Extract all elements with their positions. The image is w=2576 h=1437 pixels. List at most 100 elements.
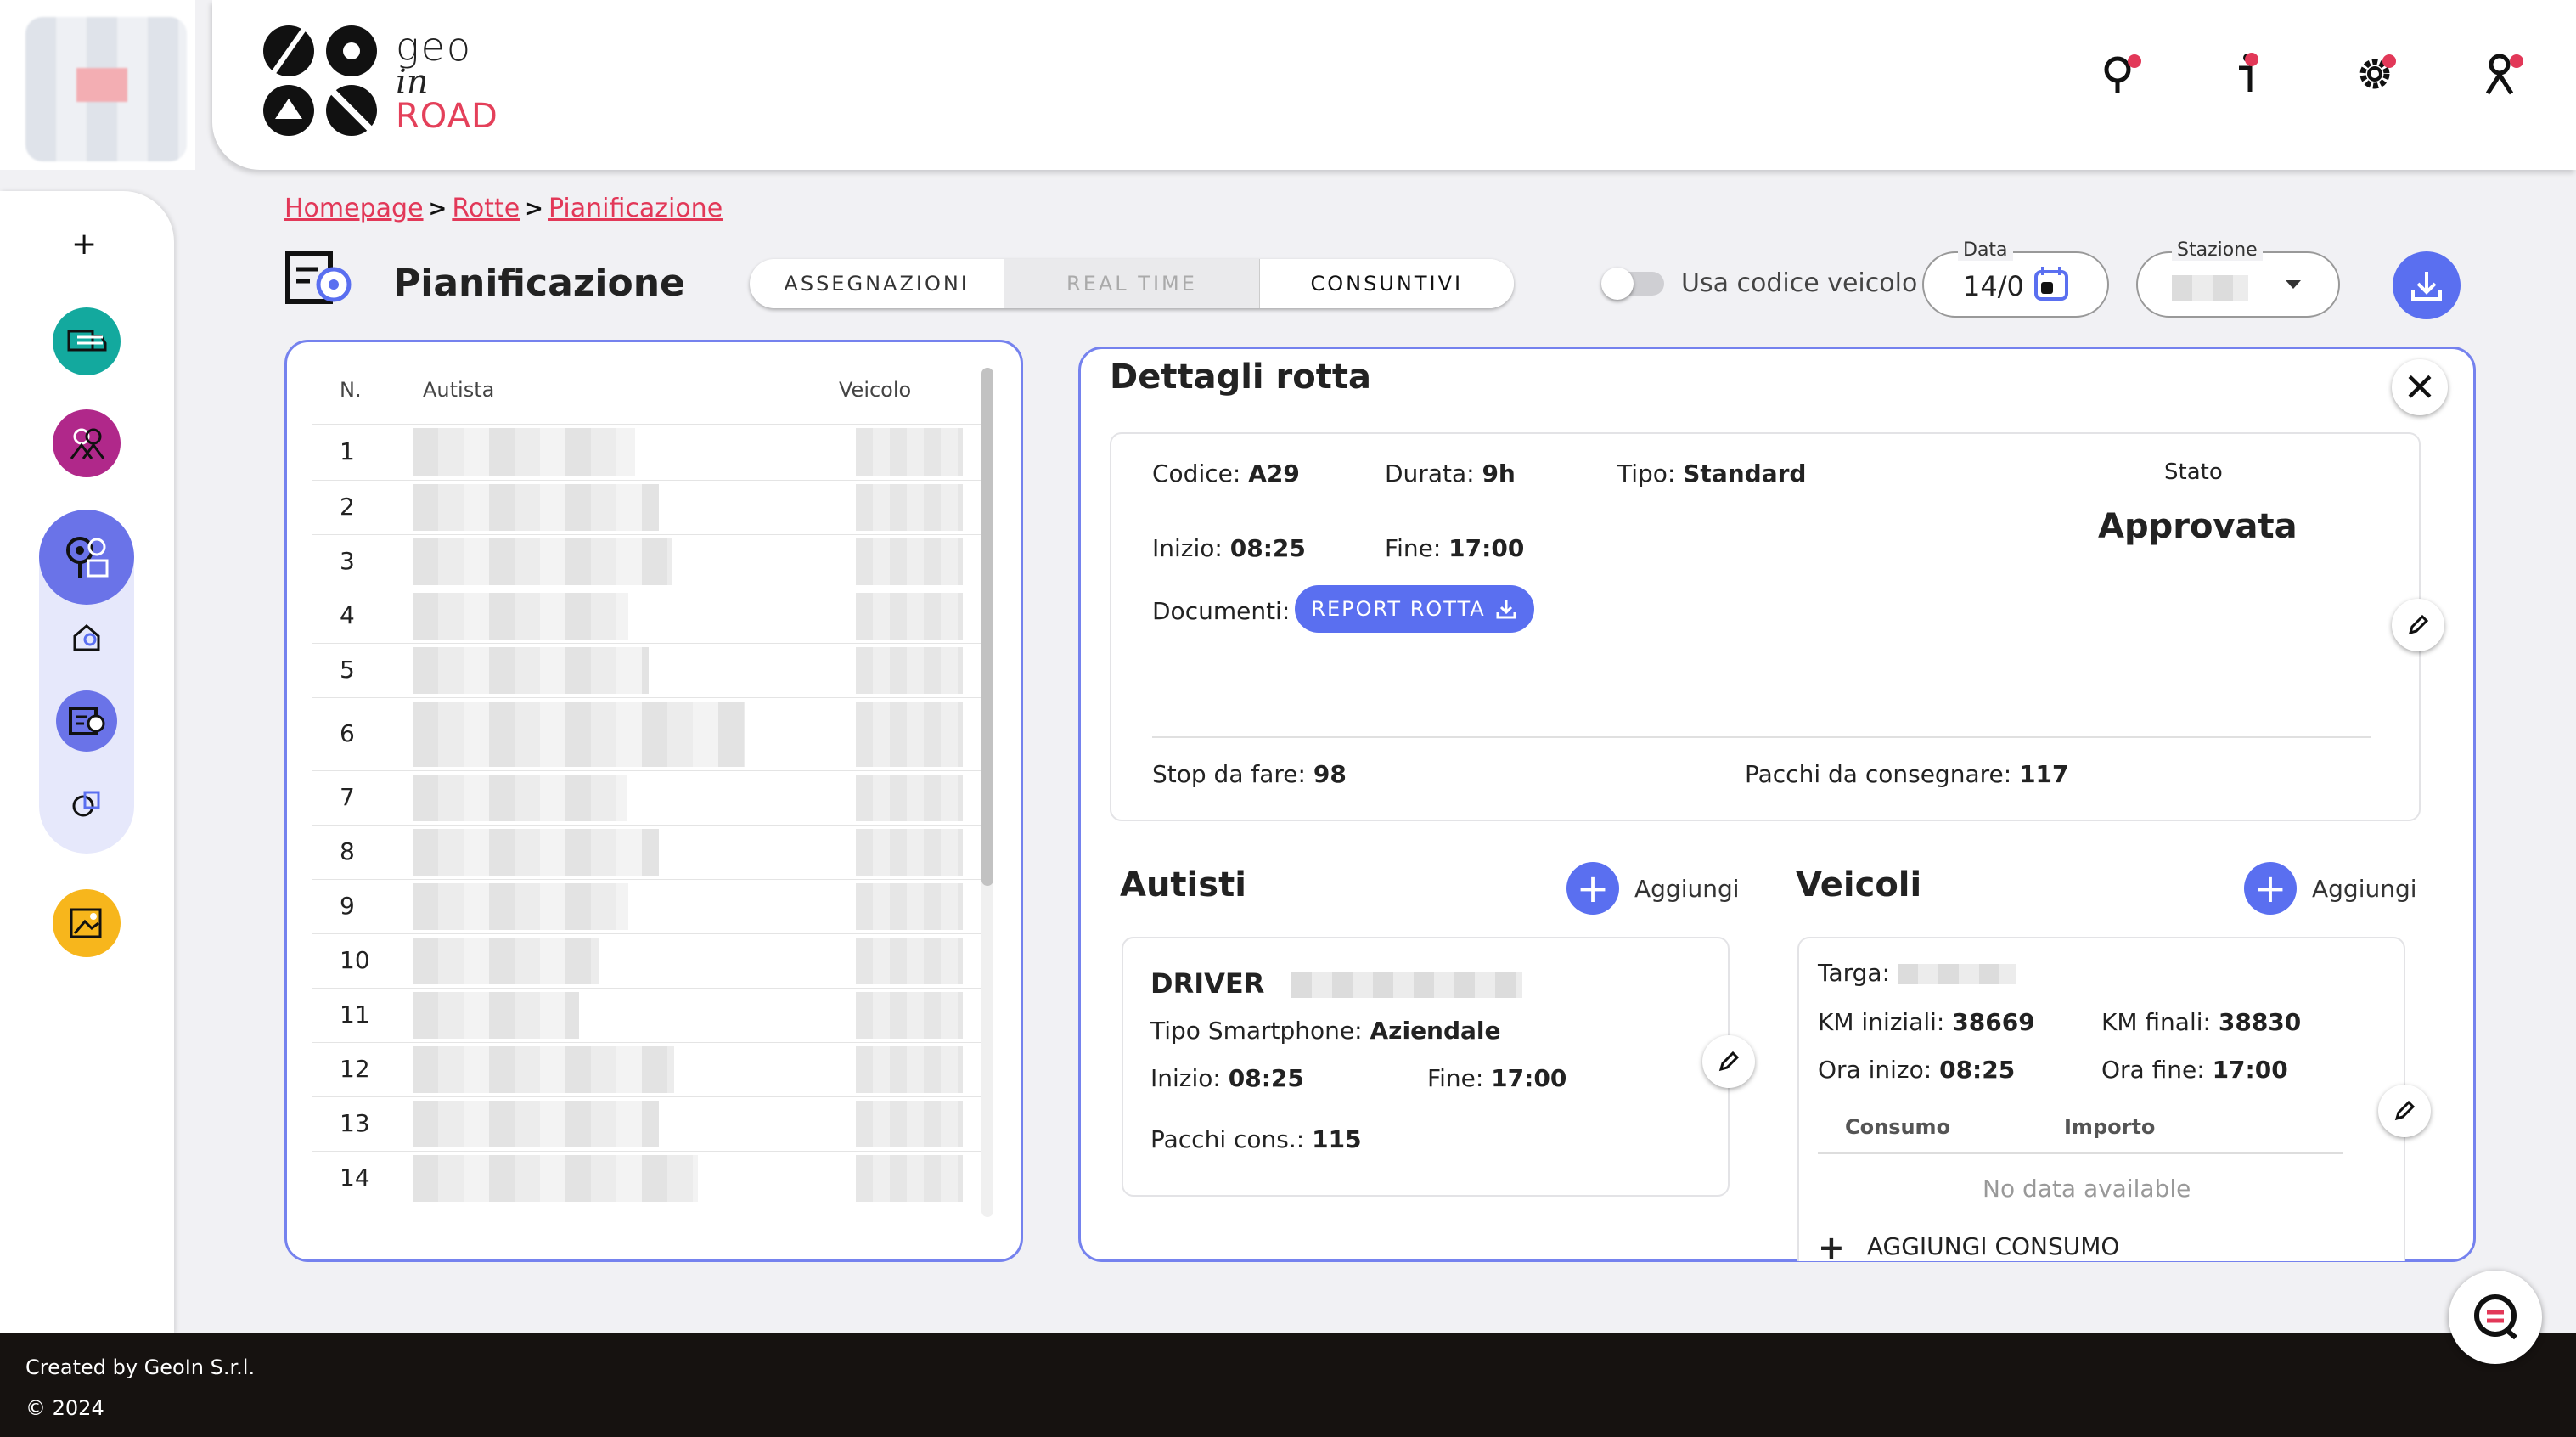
truck-list-icon[interactable] — [53, 307, 121, 375]
row-number: 7 — [340, 783, 355, 811]
driver-name-redacted — [413, 1101, 659, 1147]
table-row[interactable]: 5 — [312, 643, 983, 697]
row-number: 9 — [340, 892, 355, 920]
date-field[interactable]: Data 14/0 — [1922, 240, 2109, 318]
top-bar: GEO in ROAD — [212, 0, 2576, 170]
route-list-icon — [284, 251, 356, 315]
breadcrumb-rotte[interactable]: Rotte — [452, 194, 520, 223]
download-icon — [1496, 600, 1516, 619]
driver-parcels: Pacchi cons.: 115 — [1150, 1125, 1362, 1153]
km-start: KM iniziali: 38669 — [1818, 1008, 2035, 1036]
calendar-icon[interactable] — [2031, 263, 2072, 307]
plus-icon: + — [1566, 862, 1619, 915]
report-rotta-button[interactable]: REPORT ROTTA — [1295, 585, 1534, 633]
driver-name-redacted — [413, 938, 599, 984]
edit-route-button[interactable] — [2392, 599, 2444, 651]
page-header: Pianificazione — [284, 251, 685, 315]
download-button[interactable] — [2393, 251, 2461, 319]
empty-state: No data available — [1983, 1175, 2191, 1203]
table-row[interactable]: 7 — [312, 770, 983, 825]
details-title: Dettagli rotta — [1110, 358, 1371, 397]
row-number: 13 — [340, 1109, 370, 1137]
table-row[interactable]: 2 — [312, 480, 983, 534]
tab-consuntivi[interactable]: CONSUNTIVI — [1259, 259, 1514, 308]
table-row[interactable]: 4 — [312, 589, 983, 643]
stops-count: Stop da fare: 98 — [1152, 760, 1347, 788]
row-number: 8 — [340, 837, 355, 865]
station-select[interactable]: Stazione — [2136, 240, 2340, 318]
vehicle-redacted — [856, 593, 963, 640]
route-planning-icon[interactable] — [39, 510, 134, 605]
map-pin-icon[interactable] — [2097, 51, 2143, 97]
driver-name-redacted — [413, 702, 745, 767]
add-consumption-button[interactable]: + AGGIUNGI CONSUMO — [1818, 1229, 2119, 1266]
user-icon[interactable] — [2479, 51, 2525, 97]
vehicle-redacted — [856, 992, 963, 1039]
driver-name-redacted — [413, 883, 628, 930]
vehicles-title: Veicoli — [1796, 865, 1922, 904]
footer: Created by GeoIn S.r.l. © 2024 — [0, 1333, 2576, 1437]
chat-support-button[interactable] — [2449, 1271, 2542, 1364]
parcels-count: Pacchi da consegnare: 117 — [1745, 760, 2069, 788]
table-row[interactable]: 6 — [312, 697, 983, 770]
driver-name-redacted — [413, 1046, 674, 1093]
table-row[interactable]: 8 — [312, 825, 983, 879]
status-badge: Approvata — [2098, 507, 2298, 546]
driver-name-redacted — [413, 829, 659, 876]
image-icon[interactable] — [53, 889, 121, 957]
settings-gear-icon[interactable] — [2352, 51, 2398, 97]
table-row[interactable]: 10 — [312, 933, 983, 988]
table-row[interactable]: 11 — [312, 988, 983, 1042]
home-route-icon[interactable] — [65, 616, 109, 660]
driver-end: Fine: 17:00 — [1427, 1064, 1567, 1092]
vehicle-code-toggle[interactable] — [1601, 267, 1664, 300]
vehicle-redacted — [856, 1046, 963, 1093]
vehicle-redacted — [856, 647, 963, 694]
table-row[interactable]: 13 — [312, 1096, 983, 1151]
table-row[interactable]: 12 — [312, 1042, 983, 1096]
vehicle-redacted — [856, 1155, 963, 1202]
info-icon[interactable] — [2224, 51, 2270, 97]
row-number: 14 — [340, 1164, 370, 1192]
vehicle-card: Targa: KM iniziali: 38669 KM finali: 388… — [1797, 937, 2405, 1266]
breadcrumb-separator: > — [525, 195, 543, 222]
tab-assegnazioni[interactable]: ASSEGNAZIONI — [750, 259, 1005, 308]
row-number: 3 — [340, 547, 355, 575]
avatar[interactable] — [25, 17, 187, 161]
col-amount: Importo — [2064, 1115, 2156, 1139]
add-icon[interactable]: + — [71, 227, 97, 262]
brand-mark — [263, 25, 380, 136]
edit-driver-button[interactable] — [1702, 1035, 1755, 1088]
table-row[interactable]: 3 — [312, 534, 983, 589]
table-scrollbar[interactable] — [981, 368, 993, 1217]
table-row[interactable]: 14 — [312, 1151, 983, 1205]
time-start: Ora inizo: 08:25 — [1818, 1056, 2016, 1084]
close-icon[interactable]: ✕ — [2392, 359, 2448, 415]
breadcrumb-homepage[interactable]: Homepage — [284, 194, 424, 223]
row-number: 10 — [340, 946, 370, 974]
date-value: 14/0 — [1963, 270, 2024, 302]
route-duration: Durata: 9h — [1385, 459, 1516, 487]
vehicle-redacted — [856, 484, 963, 531]
table-row[interactable]: 1 — [312, 424, 983, 480]
vehicle-redacted — [856, 702, 963, 767]
edit-vehicle-button[interactable] — [2378, 1085, 2431, 1137]
col-vehicle: Veicolo — [839, 378, 912, 402]
col-consumption: Consumo — [1845, 1115, 1951, 1139]
table-row[interactable]: 9 — [312, 879, 983, 933]
add-driver-button[interactable]: + Aggiungi — [1566, 862, 1740, 915]
breadcrumb-pianificazione[interactable]: Pianificazione — [548, 194, 723, 223]
route-list-icon[interactable] — [56, 690, 117, 752]
route-report-icon[interactable] — [65, 782, 109, 826]
users-icon[interactable] — [53, 409, 121, 477]
tab-real-time: REAL TIME — [1004, 259, 1260, 308]
chevron-down-icon — [2281, 272, 2306, 301]
plate-redacted — [1897, 964, 2016, 984]
driver-start: Inizio: 08:25 — [1150, 1064, 1304, 1092]
row-number: 6 — [340, 719, 355, 747]
route-details-panel: Dettagli rotta ✕ Codice: A29 Durata: 9h … — [1078, 347, 2476, 1266]
add-vehicle-button[interactable]: + Aggiungi — [2244, 862, 2417, 915]
vehicle-code-toggle-label: Usa codice veicolo — [1681, 268, 1918, 298]
row-number: 11 — [340, 1000, 370, 1028]
driver-role: DRIVER — [1150, 967, 1522, 1000]
